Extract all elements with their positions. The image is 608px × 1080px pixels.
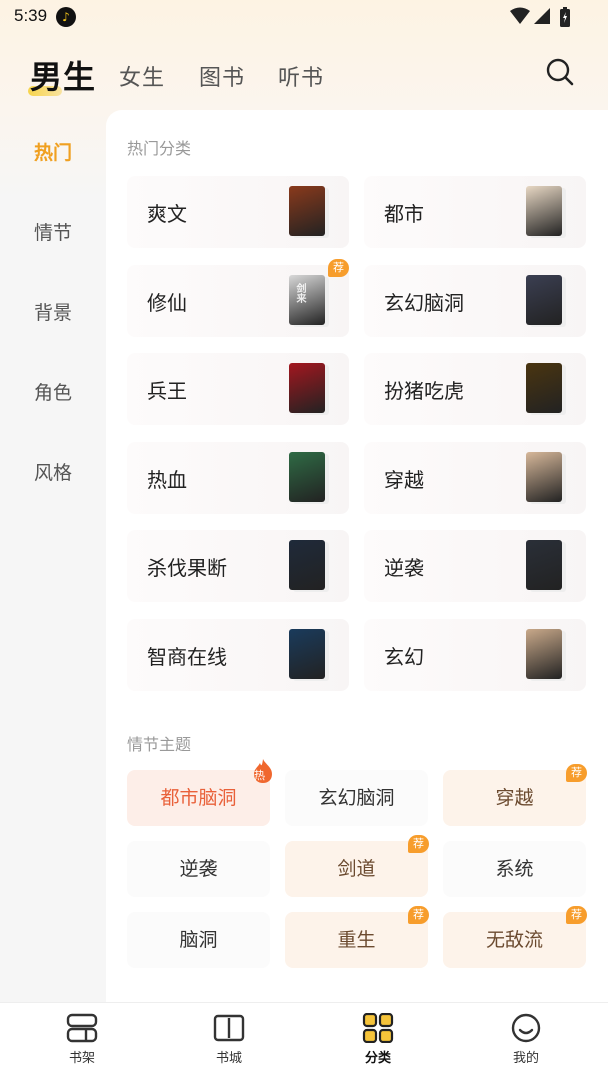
book-cover-thumbnail <box>526 628 562 679</box>
top-tab-bar: 男生 女生 图书 听书 <box>0 44 608 108</box>
sidebar-item-background[interactable]: 背景 <box>0 298 106 325</box>
sidebar-item-hot[interactable]: 热门 <box>0 138 106 165</box>
book-cover-thumbnail <box>289 628 325 679</box>
sidebar-item-style[interactable]: 风格 <box>0 458 106 485</box>
wifi-icon <box>510 7 530 24</box>
plot-tag[interactable]: 都市脑洞 <box>127 770 270 826</box>
bookshelf-icon <box>66 1013 98 1043</box>
hot-section-title: 热门分类 <box>127 139 192 158</box>
recommend-badge: 荐 <box>408 835 429 853</box>
hot-category-label: 玄幻 <box>384 644 424 669</box>
hot-category-label: 兵王 <box>147 379 187 403</box>
recommend-badge: 荐 <box>566 764 587 782</box>
book-cover-thumbnail <box>289 451 325 502</box>
hot-category-card[interactable]: 穿越 <box>364 441 586 514</box>
book-cover-thumbnail: 剑来 <box>289 274 325 325</box>
hot-category-card[interactable]: 逆袭 <box>364 530 586 602</box>
nav-bookshelf-label: 书架 <box>68 1051 95 1066</box>
category-grid-icon <box>362 1013 394 1043</box>
hot-category-card[interactable]: 爽文 <box>127 176 349 248</box>
hot-category-card[interactable]: 兵王 <box>127 353 349 425</box>
hot-category-label: 穿越 <box>384 467 424 492</box>
hot-category-label: 爽文 <box>147 202 187 226</box>
plot-tag[interactable]: 玄幻脑洞 <box>285 770 428 826</box>
nav-category-label: 分类 <box>364 1051 391 1066</box>
status-time: 5:39 <box>14 6 48 25</box>
tab-male[interactable]: 男生 <box>27 52 96 98</box>
hot-category-label: 逆袭 <box>384 556 424 580</box>
recommend-badge: 荐 <box>566 906 587 924</box>
tab-audiobooks[interactable]: 听书 <box>278 60 324 92</box>
search-icon[interactable] <box>546 58 574 86</box>
signal-icon <box>534 8 550 24</box>
book-cover-thumbnail <box>289 186 325 236</box>
nav-mine[interactable]: 我的 <box>481 1013 571 1066</box>
hot-category-label: 热血 <box>147 467 187 492</box>
category-panel: 热门分类 爽文 都市 修仙 剑来荐玄幻脑洞 兵王 扮猪吃虎 热血 穿越 杀伐果断 逆袭 智商在线 玄幻… <box>106 110 608 1002</box>
profile-smile-icon <box>511 1013 541 1043</box>
hot-category-card[interactable]: 智商在线 <box>127 618 349 691</box>
plot-tag[interactable]: 无敌流 <box>443 912 586 968</box>
hot-category-card[interactable]: 热血 <box>127 441 349 514</box>
recommend-badge: 荐 <box>408 906 429 924</box>
recommend-badge: 荐 <box>328 258 349 277</box>
book-cover-thumbnail <box>289 540 325 590</box>
hot-category-label: 扮猪吃虎 <box>384 379 464 403</box>
sidebar-item-role[interactable]: 角色 <box>0 378 106 405</box>
plot-tag[interactable]: 脑洞 <box>127 912 270 968</box>
book-cover-thumbnail <box>526 451 562 502</box>
nav-bookstore-label: 书城 <box>215 1051 242 1066</box>
plot-tag[interactable]: 穿越 <box>443 770 586 826</box>
tab-books[interactable]: 图书 <box>199 60 245 92</box>
book-cover-thumbnail <box>289 363 325 413</box>
hot-badge: 热 <box>254 769 265 782</box>
hot-category-card[interactable]: 都市 <box>364 176 586 248</box>
category-sidebar: 热门 情节 背景 角色 风格 <box>0 110 106 1002</box>
hot-category-card[interactable]: 修仙 剑来 荐 <box>127 258 349 337</box>
status-bar: 5:39 ♪ <box>0 0 608 34</box>
plot-tag[interactable]: 重生 <box>285 912 428 968</box>
nav-mine-label: 我的 <box>512 1051 539 1066</box>
book-cover-thumbnail <box>526 186 562 236</box>
sidebar-item-plot[interactable]: 情节 <box>0 218 106 245</box>
hot-category-label: 修仙 <box>147 290 187 315</box>
hot-category-label: 玄幻脑洞 <box>384 290 464 315</box>
bottom-nav: 书架 书城 分类 我的 <box>0 1002 608 1080</box>
nav-bookshelf[interactable]: 书架 <box>37 1013 127 1066</box>
system-icons <box>510 7 572 27</box>
hot-category-card[interactable]: 杀伐果断 <box>127 530 349 602</box>
music-notification-icon: ♪ <box>56 7 76 27</box>
hot-category-label: 杀伐果断 <box>147 556 227 580</box>
book-cover-thumbnail <box>526 363 562 413</box>
book-cover-thumbnail <box>526 540 562 590</box>
hot-category-card[interactable]: 扮猪吃虎 <box>364 353 586 425</box>
plot-tag[interactable]: 系统 <box>443 841 586 897</box>
nav-category[interactable]: 分类 <box>333 1013 423 1066</box>
hot-category-label: 智商在线 <box>147 644 227 669</box>
plot-tag[interactable]: 逆袭 <box>127 841 270 897</box>
battery-icon <box>560 7 570 27</box>
hot-category-card[interactable]: 玄幻脑洞 <box>364 264 586 337</box>
hot-category-card[interactable]: 玄幻 <box>364 618 586 691</box>
book-cover-title: 剑来 <box>294 282 305 303</box>
plot-section-title: 情节主题 <box>127 735 192 754</box>
book-cover-thumbnail <box>526 274 562 325</box>
plot-tag[interactable]: 剑道 <box>285 841 428 897</box>
tab-female[interactable]: 女生 <box>119 60 165 92</box>
book-open-icon <box>213 1014 245 1042</box>
nav-bookstore[interactable]: 书城 <box>184 1013 274 1066</box>
hot-category-label: 都市 <box>384 202 424 226</box>
